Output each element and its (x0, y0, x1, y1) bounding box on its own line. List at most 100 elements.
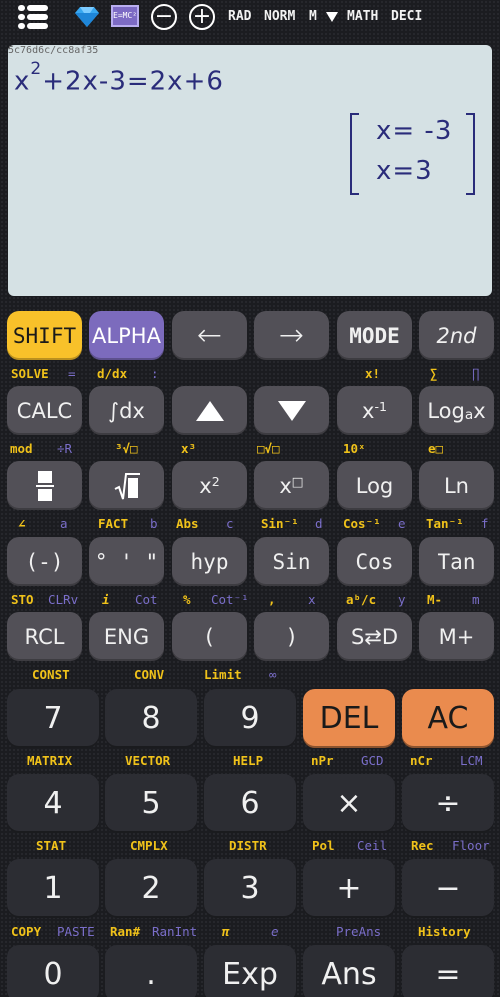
menu-icon[interactable] (18, 5, 48, 29)
label-sto: STO (11, 592, 34, 607)
label-var-f: f (481, 516, 489, 531)
zoom-out-icon[interactable]: − (151, 4, 177, 30)
divide-key[interactable]: ÷ (402, 774, 494, 833)
expression: x2+2x-3=2x+6 (14, 59, 224, 97)
expr-rest: +2x-3=2x+6 (42, 66, 224, 97)
shift-key[interactable]: SHIFT (7, 311, 82, 360)
digit-9-key[interactable]: 9 (204, 689, 296, 748)
calc-key[interactable]: CALC (7, 386, 82, 435)
label-ceil: Ceil (357, 838, 388, 853)
label-arctan: Tan⁻¹ (426, 516, 464, 531)
rcl-key[interactable]: RCL (7, 612, 82, 661)
top-bar: E=MC² − + RAD NORM M MATH DECI (0, 0, 500, 36)
sin-key[interactable]: Sin (254, 537, 329, 586)
log-base-key[interactable]: Log a x (419, 386, 494, 435)
s-to-d-key[interactable]: S⇄D (337, 612, 412, 661)
digit-2-key[interactable]: 2 (105, 859, 197, 918)
label-factorial: x! (365, 366, 381, 381)
diamond-icon[interactable] (72, 6, 102, 28)
delete-key[interactable]: DEL (303, 689, 395, 748)
digit-6-key[interactable]: 6 (204, 774, 296, 833)
label-ranint: RanInt (152, 924, 198, 939)
digit-7-key[interactable]: 7 (7, 689, 99, 748)
label-cube-root: ³√□ (115, 441, 138, 456)
label-infinity: ∞ (269, 667, 277, 682)
fraction-key[interactable] (7, 461, 82, 510)
expr-base: x (14, 66, 31, 97)
result-line: x= -3 (376, 116, 453, 146)
label-var-a: a (60, 516, 68, 531)
label-arccot: Cot⁻¹ (211, 592, 249, 607)
tan-key[interactable]: Tan (419, 537, 494, 586)
label-pol: Pol (312, 838, 335, 853)
exp-key[interactable]: Exp (204, 945, 296, 997)
mode-key[interactable]: MODE (337, 311, 412, 360)
label-help: HELP (233, 753, 264, 768)
label-e-power: e□ (428, 441, 444, 456)
ans-key[interactable]: Ans (303, 945, 395, 997)
digit-4-key[interactable]: 4 (7, 774, 99, 833)
m-plus-key[interactable]: M+ (419, 612, 494, 661)
label-equals: = (68, 366, 76, 381)
power-key[interactable]: x □ (254, 461, 329, 510)
left-arrow-key[interactable]: ← (172, 311, 247, 360)
digit-3-key[interactable]: 3 (204, 859, 296, 918)
emc2-icon[interactable]: E=MC² (111, 5, 139, 27)
expr-exponent: 2 (30, 59, 43, 79)
alpha-key[interactable]: ALPHA (89, 311, 164, 360)
label-solve: SOLVE (11, 366, 49, 381)
fraction-icon (35, 470, 54, 501)
output-mode-status: DECI (391, 9, 423, 24)
log-key[interactable]: Log (337, 461, 412, 510)
add-key[interactable]: + (303, 859, 395, 918)
label-comma: , (268, 592, 276, 607)
digit-1-key[interactable]: 1 (7, 859, 99, 918)
zoom-in-icon[interactable]: + (189, 4, 215, 30)
sqrt-icon (114, 472, 140, 499)
label-nth-root: □√□ (257, 441, 280, 456)
display-id: 5c76d6c/cc8af35 (8, 45, 99, 56)
square-key[interactable]: x2 (172, 461, 247, 510)
close-paren-key[interactable]: ) (254, 612, 329, 661)
open-paren-key[interactable]: ( (172, 612, 247, 661)
ln-key[interactable]: Ln (419, 461, 494, 510)
multiply-key[interactable]: × (303, 774, 395, 833)
label-cmplx: CMPLX (130, 838, 168, 853)
label-clrv: CLRv (48, 592, 79, 607)
label-fact: FACT (98, 516, 129, 531)
digit-0-key[interactable]: 0 (7, 945, 99, 997)
eng-key[interactable]: ENG (89, 612, 164, 661)
hyp-key[interactable]: hyp (172, 537, 247, 586)
down-key[interactable] (254, 386, 329, 435)
label-var-x: x (308, 592, 316, 607)
scroll-down-indicator-icon (326, 12, 338, 22)
right-arrow-key[interactable]: → (254, 311, 329, 360)
label-const: CONST (32, 667, 70, 682)
input-mode-status: MATH (347, 9, 379, 24)
label-rec: Rec (411, 838, 434, 853)
all-clear-key[interactable]: AC (402, 689, 494, 748)
key-base: x (199, 473, 212, 498)
label-distr: DISTR (229, 838, 267, 853)
decimal-key[interactable]: . (105, 945, 197, 997)
memory-status: M (309, 9, 317, 24)
subtract-key[interactable]: − (402, 859, 494, 918)
integral-key[interactable]: ∫dx (89, 386, 164, 435)
label-sum: ∑ (430, 366, 438, 381)
negative-key[interactable]: (-) (7, 537, 82, 586)
equals-key[interactable]: = (402, 945, 494, 997)
cos-key[interactable]: Cos (337, 537, 412, 586)
degree-key[interactable]: ° ' " (89, 537, 164, 586)
label-var-b: b (150, 516, 158, 531)
calculator-display[interactable]: 5c76d6c/cc8af35 x2+2x-3=2x+6 x= -3 x=3 (8, 45, 492, 296)
sqrt-key[interactable] (89, 461, 164, 510)
label-ten-power: 10ˣ (343, 441, 366, 456)
digit-5-key[interactable]: 5 (105, 774, 197, 833)
label-abs: Abs (176, 516, 199, 531)
label-var-y: y (398, 592, 406, 607)
up-key[interactable] (172, 386, 247, 435)
reciprocal-key[interactable]: x -1 (337, 386, 412, 435)
label-imaginary: i (102, 592, 110, 607)
digit-8-key[interactable]: 8 (105, 689, 197, 748)
second-key[interactable]: 2nd (419, 311, 494, 360)
